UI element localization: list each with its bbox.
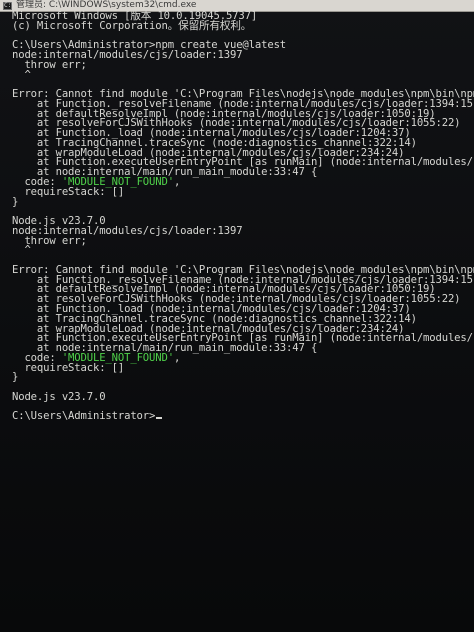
console-line: } xyxy=(12,371,474,384)
console-text: Node.js v23.7.0 xyxy=(12,390,106,403)
prompt-line[interactable]: C:\Users\Administrator> xyxy=(12,410,474,423)
console-line: (c) Microsoft Corporation。保留所有权利。 xyxy=(12,19,474,32)
console-text: ^ xyxy=(12,68,31,81)
console-line: throw err; xyxy=(12,235,474,247)
console-text: } xyxy=(12,371,19,384)
console-line: ^ xyxy=(12,68,474,81)
console-line: throw err; xyxy=(12,60,474,71)
console-output[interactable]: Microsoft Windows [版本 10.0.19045.5737] (c… xyxy=(12,11,474,423)
cmd-window: C:\ 管理员: C:\WINDOWS\system32\cmd.exe Mic… xyxy=(0,0,474,632)
console-text-suffix: , xyxy=(173,351,181,364)
console-text: requireStack: [] xyxy=(12,361,125,374)
text-cursor xyxy=(156,417,163,420)
cmd-icon: C:\ xyxy=(3,1,15,10)
console-line: Node.js v23.7.0 xyxy=(12,390,474,403)
console-text: C:\Users\Administrator> xyxy=(12,410,156,423)
console-line: requireStack: [] xyxy=(12,361,474,374)
console-text: } xyxy=(12,195,19,208)
console-text-suffix: , xyxy=(173,176,181,189)
console-text: ^ xyxy=(12,244,31,257)
console-line: ^ xyxy=(12,244,474,257)
console-line: requireStack: [] xyxy=(12,185,474,198)
console-text: requireStack: [] xyxy=(12,185,125,198)
console-line: } xyxy=(12,195,474,208)
console-text: (c) Microsoft Corporation。保留所有权利。 xyxy=(12,19,252,32)
